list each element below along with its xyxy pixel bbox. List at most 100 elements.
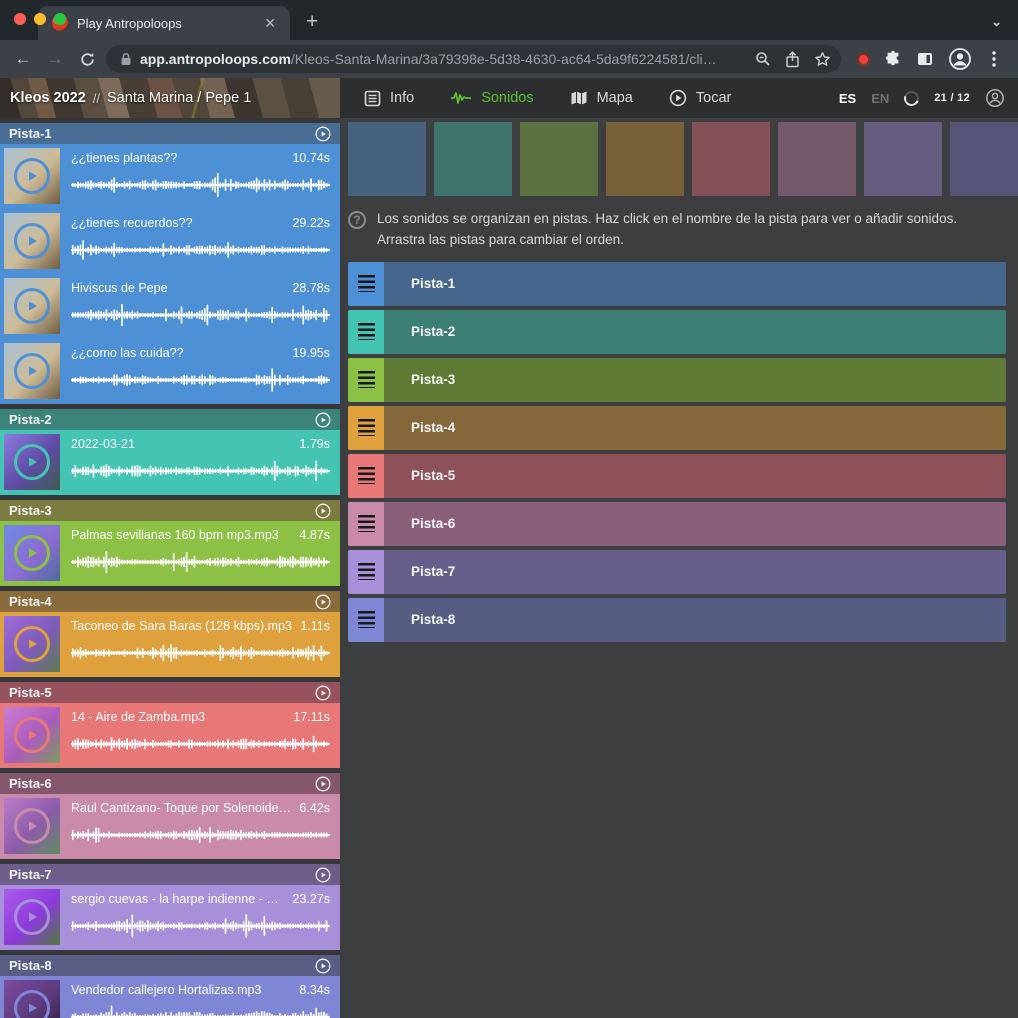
track-play-icon[interactable]	[315, 412, 331, 428]
track-drag-handle[interactable]	[348, 550, 384, 594]
track-bar-pista-8[interactable]: Pista-8	[348, 598, 1006, 642]
zoom-window-button[interactable]	[54, 13, 66, 25]
track-play-icon[interactable]	[315, 776, 331, 792]
track-drag-handle[interactable]	[348, 454, 384, 498]
profile-avatar-icon[interactable]	[948, 47, 972, 71]
nav-tab-mapa[interactable]: Mapa	[570, 90, 633, 106]
track-color-swatch-pista-4[interactable]	[606, 122, 684, 196]
clip-thumbnail[interactable]	[4, 343, 60, 399]
track-drag-handle[interactable]	[348, 310, 384, 354]
track-bar-pista-4[interactable]: Pista-4	[348, 406, 1006, 450]
track-color-swatch-pista-2[interactable]	[434, 122, 512, 196]
track-bar-pista-1[interactable]: Pista-1	[348, 262, 1006, 306]
extensions-puzzle-icon[interactable]	[884, 50, 902, 68]
clip-thumbnail[interactable]	[4, 707, 60, 763]
track-color-swatch-pista-3[interactable]	[520, 122, 598, 196]
track-header-pista-7[interactable]: Pista-7	[0, 864, 340, 885]
close-window-button[interactable]	[14, 13, 26, 25]
clip-row[interactable]: ¿¿tienes recuerdos??29.22s	[0, 209, 340, 274]
track-bar-pista-7[interactable]: Pista-7	[348, 550, 1006, 594]
track-play-icon[interactable]	[315, 867, 331, 883]
track-color-swatch-pista-6[interactable]	[778, 122, 856, 196]
language-es-button[interactable]: ES	[839, 91, 856, 106]
bookmark-star-icon[interactable]	[814, 51, 831, 68]
side-panel-icon[interactable]	[916, 50, 934, 68]
clip-play-button[interactable]	[14, 158, 50, 194]
clip-row[interactable]: 2022-03-211.79s	[0, 430, 340, 495]
clip-play-button[interactable]	[14, 990, 50, 1018]
track-color-swatch-pista-5[interactable]	[692, 122, 770, 196]
clip-row[interactable]: Palmas sevillanas 160 bpm mp3.mp34.87s	[0, 521, 340, 586]
tab-close-icon[interactable]: ✕	[260, 14, 280, 32]
track-bar-pista-5[interactable]: Pista-5	[348, 454, 1006, 498]
clip-thumbnail[interactable]	[4, 980, 60, 1018]
clip-row[interactable]: ¿¿como las cuida??19.95s	[0, 339, 340, 404]
clip-play-button[interactable]	[14, 444, 50, 480]
address-bar[interactable]: app.antropoloops.com/Kleos-Santa-Marina/…	[106, 45, 841, 73]
recorder-extension-icon[interactable]	[857, 53, 870, 66]
track-drag-handle[interactable]	[348, 406, 384, 450]
clip-play-button[interactable]	[14, 223, 50, 259]
clip-row[interactable]: Raul Cantizano- Toque por Solenoide.mp36…	[0, 794, 340, 859]
clip-thumbnail[interactable]	[4, 889, 60, 945]
tab-search-chevron-icon[interactable]: ⌄	[991, 14, 1002, 30]
track-play-icon[interactable]	[315, 126, 331, 142]
track-header-pista-1[interactable]: Pista-1	[0, 123, 340, 144]
track-header-pista-6[interactable]: Pista-6	[0, 773, 340, 794]
track-header-pista-8[interactable]: Pista-8	[0, 955, 340, 976]
browser-tab[interactable]: Play Antropoloops ✕	[38, 6, 290, 40]
nav-tab-sonidos[interactable]: Sonidos	[450, 90, 533, 106]
track-bar-pista-2[interactable]: Pista-2	[348, 310, 1006, 354]
clip-thumbnail[interactable]	[4, 213, 60, 269]
clip-play-button[interactable]	[14, 353, 50, 389]
clip-row[interactable]: 14 - Aire de Zamba.mp317.11s	[0, 703, 340, 768]
track-play-icon[interactable]	[315, 958, 331, 974]
track-drag-handle[interactable]	[348, 598, 384, 642]
zoom-level-icon[interactable]	[755, 51, 771, 67]
track-header-pista-2[interactable]: Pista-2	[0, 409, 340, 430]
clip-thumbnail[interactable]	[4, 616, 60, 672]
minimize-window-button[interactable]	[34, 13, 46, 25]
track-drag-handle[interactable]	[348, 358, 384, 402]
clip-row[interactable]: Hiviscus de Pepe28.78s	[0, 274, 340, 339]
share-icon[interactable]	[785, 51, 800, 68]
back-button[interactable]: ←	[10, 46, 36, 72]
clip-play-button[interactable]	[14, 535, 50, 571]
track-color-swatch-pista-8[interactable]	[950, 122, 1018, 196]
clip-play-button[interactable]	[14, 717, 50, 753]
clip-row[interactable]: sergio cuevas - la harpe indienne - 03 -…	[0, 885, 340, 950]
track-bar-pista-3[interactable]: Pista-3	[348, 358, 1006, 402]
new-tab-button[interactable]: +	[300, 10, 324, 34]
forward-button[interactable]: →	[42, 46, 68, 72]
track-drag-handle[interactable]	[348, 262, 384, 306]
track-header-pista-4[interactable]: Pista-4	[0, 591, 340, 612]
clip-row[interactable]: Taconeo de Sara Baras (128 kbps).mp31.11…	[0, 612, 340, 677]
track-play-icon[interactable]	[315, 685, 331, 701]
clip-play-button[interactable]	[14, 288, 50, 324]
track-play-icon[interactable]	[315, 594, 331, 610]
track-color-swatch-pista-7[interactable]	[864, 122, 942, 196]
track-play-icon[interactable]	[315, 503, 331, 519]
clip-thumbnail[interactable]	[4, 525, 60, 581]
breadcrumb[interactable]: Kleos 2022 // Santa Marina / Pepe 1	[0, 78, 340, 118]
track-drag-handle[interactable]	[348, 502, 384, 546]
clip-thumbnail[interactable]	[4, 148, 60, 204]
clip-play-button[interactable]	[14, 899, 50, 935]
clip-thumbnail[interactable]	[4, 798, 60, 854]
account-icon[interactable]	[985, 88, 1005, 108]
reload-button[interactable]	[74, 46, 100, 72]
clip-play-button[interactable]	[14, 626, 50, 662]
nav-tab-info[interactable]: Info	[364, 90, 414, 107]
track-header-pista-3[interactable]: Pista-3	[0, 500, 340, 521]
language-en-button[interactable]: EN	[871, 91, 889, 106]
clip-thumbnail[interactable]	[4, 278, 60, 334]
clip-play-button[interactable]	[14, 808, 50, 844]
track-bar-pista-6[interactable]: Pista-6	[348, 502, 1006, 546]
track-header-pista-5[interactable]: Pista-5	[0, 682, 340, 703]
track-color-swatch-pista-1[interactable]	[348, 122, 426, 196]
nav-tab-tocar[interactable]: Tocar	[669, 89, 731, 107]
clip-row[interactable]: Vendedor callejero Hortalizas.mp38.34s	[0, 976, 340, 1018]
clip-thumbnail[interactable]	[4, 434, 60, 490]
browser-menu-icon[interactable]	[986, 50, 1002, 68]
clip-row[interactable]: ¿¿tienes plantas??10.74s	[0, 144, 340, 209]
